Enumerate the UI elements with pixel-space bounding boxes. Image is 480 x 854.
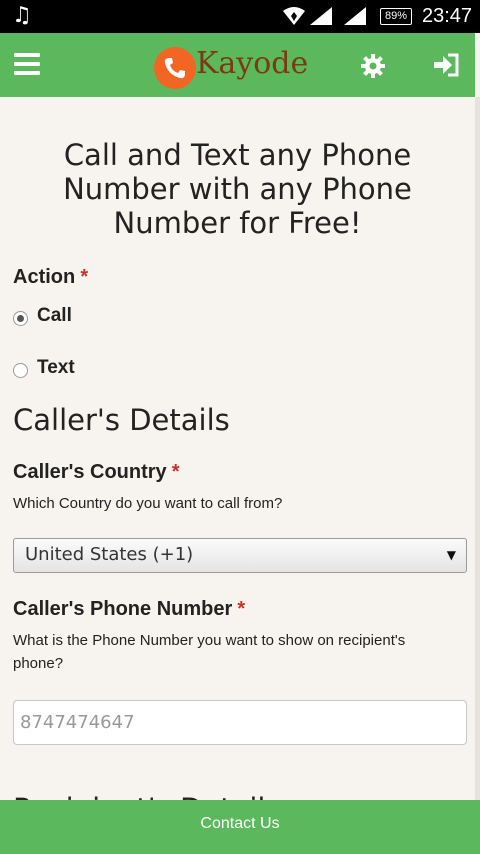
gear-icon[interactable] (360, 53, 386, 79)
contact-us-link[interactable]: Contact Us (200, 815, 279, 833)
phone-field-label: Caller's Phone Number * (13, 598, 462, 621)
callers-phone-label: Caller's Phone Number (13, 598, 233, 620)
cell-signal-icon (310, 7, 332, 25)
required-marker: * (80, 266, 89, 288)
required-marker: * (237, 598, 246, 620)
caller-phone-placeholder: 8747474647 (20, 712, 135, 733)
sign-in-icon[interactable] (432, 53, 460, 77)
radio-button-call[interactable] (13, 311, 28, 326)
required-marker: * (171, 461, 180, 483)
radio-label-call[interactable]: Call (37, 305, 72, 327)
phone-help-text: What is the Phone Number you want to sho… (13, 632, 406, 672)
section-title-recipients-details: Recipient's Details (13, 792, 281, 800)
wifi-icon (283, 7, 305, 25)
radio-button-text[interactable] (13, 363, 28, 378)
action-field-label: Action * (13, 266, 462, 289)
radio-label-text[interactable]: Text (37, 357, 75, 379)
section-title-callers-details: Caller's Details (13, 403, 230, 437)
country-select[interactable]: United States (+1) ▼ (13, 538, 467, 573)
clock: 23:47 (422, 5, 473, 27)
battery-level: 89% (384, 10, 408, 22)
caller-phone-input[interactable]: 8747474647 (13, 700, 467, 745)
action-label: Action (13, 266, 76, 288)
menu-icon[interactable] (14, 53, 40, 75)
country-select-value: United States (+1) (25, 544, 194, 565)
footer-bar: Contact Us (0, 800, 480, 854)
caret-down-icon: ▼ (446, 548, 456, 562)
country-help-text: Which Country do you want to call from? (13, 495, 283, 512)
cell-signal-icon (344, 7, 366, 25)
phone-logo-icon (154, 47, 196, 89)
callers-country-label: Caller's Country (13, 461, 167, 483)
radio-option-call[interactable]: Call (13, 305, 462, 327)
radio-option-text[interactable]: Text (13, 357, 462, 379)
status-bar: ♫ 89% 23:47 (0, 0, 480, 33)
country-field-label: Caller's Country * (13, 461, 462, 484)
music-note-icon: ♫ (12, 3, 32, 28)
battery-icon: 89% (380, 8, 412, 25)
page-headline: Call and Text any Phone Number with any … (63, 138, 412, 240)
brand-logo-text[interactable]: Kayode (196, 46, 308, 81)
app-bar: Kayode (0, 33, 475, 97)
main-content: Call and Text any Phone Number with any … (0, 97, 475, 800)
scrollbar[interactable] (475, 97, 480, 854)
